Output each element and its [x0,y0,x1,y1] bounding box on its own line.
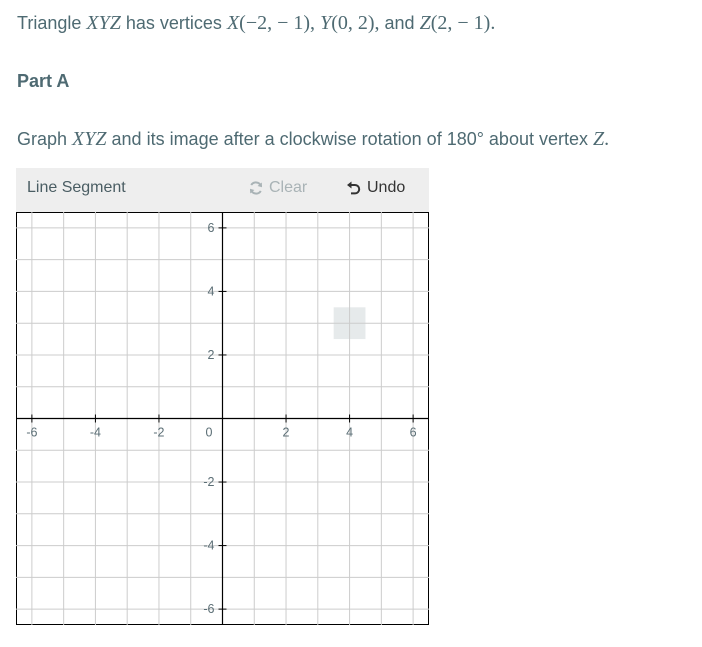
part-a-instruction: Graph XYZ and its image after a clockwis… [17,128,610,150]
y-tick-label: 2 [208,348,215,362]
graph-toolbar: Line Segment Clear Undo [16,168,429,212]
part-a-heading: Part A [17,71,70,91]
y-tick-label: 4 [208,284,215,298]
y-tick-label: -4 [203,539,214,553]
coordinate-grid[interactable]: -6 -4 -2 2 4 6 6 4 2 -2 -4 -6 0 [16,212,429,625]
undo-label: Undo [367,179,406,196]
vertex-z: Z(2, − 1). [419,12,496,34]
question-text: Triangle XYZ has vertices X(−2, − 1), Y(… [17,12,496,34]
origin-label: 0 [206,426,213,440]
triangle-name: XYZ [86,12,121,34]
refresh-icon [250,181,262,195]
vertex-x: X(−2, − 1), [226,12,316,34]
x-tick-label: 2 [283,426,290,440]
x-tick-label: -6 [26,426,37,440]
undo-icon [347,181,361,195]
x-tick-label: -4 [90,426,101,440]
undo-button[interactable]: Undo [346,179,405,197]
x-tick-label: -2 [153,426,164,440]
coordinate-plane[interactable]: -6 -4 -2 2 4 6 6 4 2 -2 -4 -6 0 [16,212,429,625]
clear-button[interactable]: Clear [248,179,307,197]
y-tick-label: -6 [203,602,214,616]
vertex-y: Y(0, 2), [320,12,380,34]
y-tick-label: -2 [203,475,214,489]
tool-line-segment[interactable]: Line Segment [27,179,126,197]
clear-label: Clear [269,179,308,196]
x-tick-label: 6 [410,426,417,440]
y-tick-label: 6 [208,221,215,235]
x-tick-label: 4 [346,426,353,440]
